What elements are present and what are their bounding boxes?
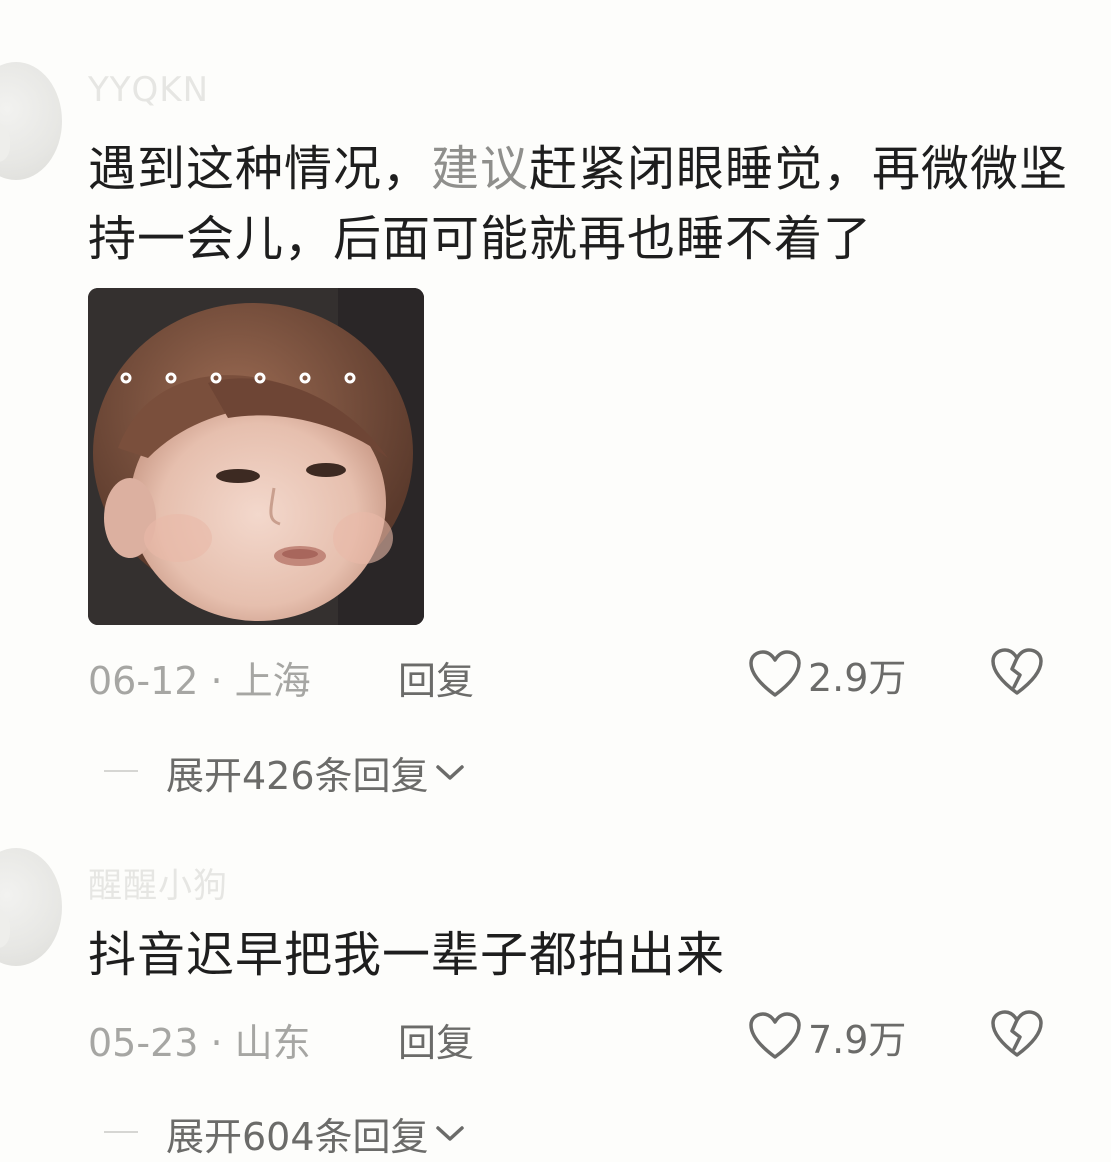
comment-text: 抖音迟早把我一辈子都拍出来 bbox=[88, 927, 726, 983]
comment-date-location: 06-12 · 上海 bbox=[88, 659, 311, 703]
username[interactable]: 醒醒小狗 bbox=[88, 858, 228, 907]
avatar[interactable] bbox=[0, 62, 62, 180]
expand-divider bbox=[104, 1131, 138, 1133]
like-count: 2.9万 bbox=[808, 655, 907, 700]
username[interactable]: YYQKN bbox=[88, 70, 209, 110]
child-face-sticker bbox=[88, 288, 424, 625]
broken-heart-icon bbox=[991, 648, 1043, 695]
expand-replies-button[interactable]: 展开604条回复 bbox=[166, 1106, 465, 1161]
dislike-button[interactable] bbox=[990, 647, 1044, 701]
sticker-image[interactable] bbox=[88, 288, 424, 625]
expand-replies-button[interactable]: 展开426条回复 bbox=[166, 745, 465, 800]
broken-heart-icon bbox=[991, 1010, 1043, 1057]
reply-button[interactable]: 回复 bbox=[398, 650, 474, 705]
expand-divider bbox=[104, 770, 138, 772]
heart-outline-icon bbox=[749, 1012, 801, 1059]
reply-button[interactable]: 回复 bbox=[398, 1012, 474, 1067]
comment-text-part: 遇到这种情况， bbox=[88, 141, 432, 197]
heart-outline-icon bbox=[749, 650, 801, 697]
comment-text-faded: 建议 bbox=[431, 141, 530, 197]
like-count: 7.9万 bbox=[808, 1017, 907, 1062]
chevron-down-icon bbox=[435, 764, 464, 780]
like-button[interactable]: 7.9万 bbox=[748, 1009, 906, 1063]
comment-date-location: 05-23 · 山东 bbox=[88, 1021, 311, 1065]
comment-text: 遇到这种情况，建议赶紧闭眼睡觉，再微微坚持一会儿，后面可能就再也睡不着了 bbox=[88, 134, 1078, 274]
chevron-down-icon bbox=[435, 1125, 464, 1141]
like-button[interactable]: 2.9万 bbox=[748, 647, 906, 701]
expand-replies-label: 展开426条回复 bbox=[166, 754, 429, 798]
expand-replies-label: 展开604条回复 bbox=[166, 1115, 429, 1159]
avatar[interactable] bbox=[0, 848, 62, 966]
dislike-button[interactable] bbox=[990, 1009, 1044, 1063]
